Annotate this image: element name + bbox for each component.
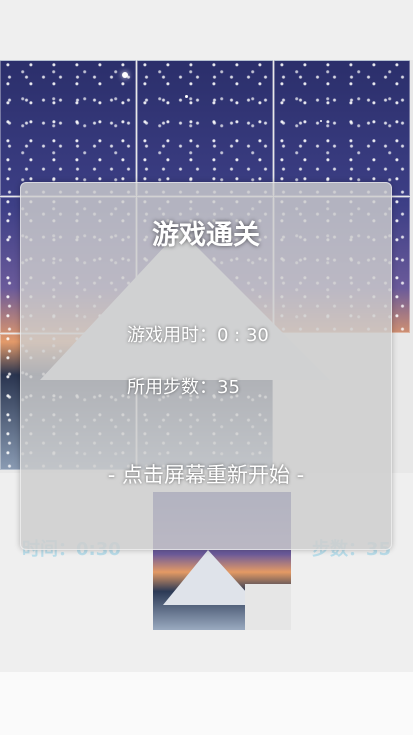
time-used-text: 游戏用时：0 : 30	[127, 325, 269, 346]
preview-empty-slot	[245, 584, 291, 630]
star-graphic	[122, 72, 128, 78]
steps-used-text: 所用步数：35	[127, 377, 240, 398]
win-overlay[interactable]: 游戏通关 游戏用时：0 : 30 所用步数：35 - 点击屏幕重新开始 -	[20, 182, 392, 550]
bottom-area	[0, 672, 413, 735]
star-graphic	[185, 95, 188, 98]
puzzle-tile[interactable]	[0, 60, 136, 196]
puzzle-tile[interactable]	[274, 60, 410, 196]
puzzle-tile[interactable]	[137, 60, 273, 196]
preview-mountain-graphic	[163, 550, 258, 605]
overlay-title: 游戏通关	[152, 220, 260, 251]
star-graphic	[320, 120, 322, 122]
restart-hint[interactable]: - 点击屏幕重新开始 -	[21, 459, 391, 489]
